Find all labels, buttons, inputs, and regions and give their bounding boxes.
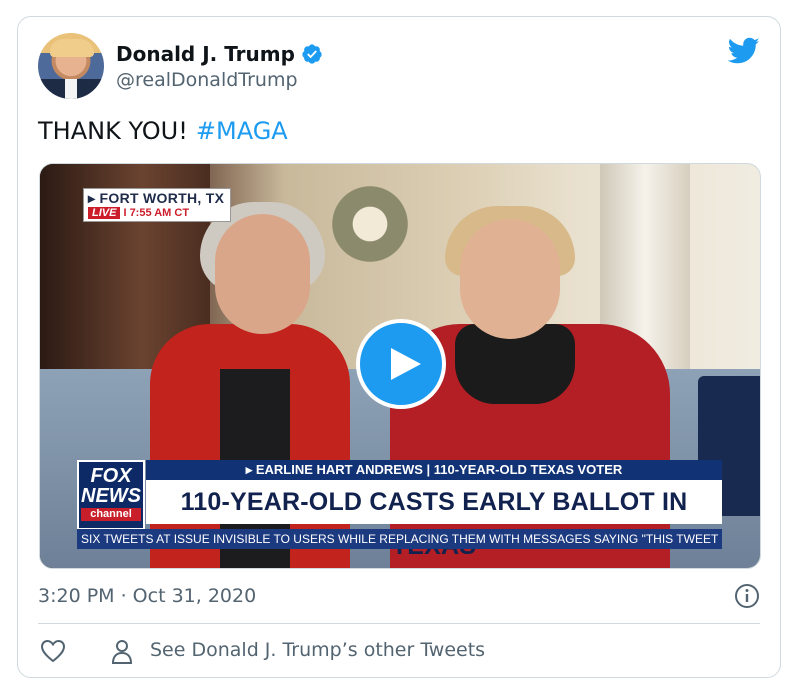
location-bug: ▸ FORT WORTH, TX LIVE I 7:55 AM CT xyxy=(83,188,232,222)
divider xyxy=(38,623,760,624)
tweet-body: THANK YOU! xyxy=(38,117,188,145)
video-player[interactable]: ▸ FORT WORTH, TX LIVE I 7:55 AM CT FOX N… xyxy=(39,163,761,569)
avatar[interactable] xyxy=(38,33,104,99)
tweet-card: Donald J. Trump @realDonaldTrump THANK Y… xyxy=(17,16,781,678)
person-left-head xyxy=(215,214,310,334)
location-text: ▸ FORT WORTH, TX xyxy=(88,190,225,206)
location-city: FORT WORTH, TX xyxy=(99,190,225,206)
bg-plant xyxy=(330,169,410,279)
live-time: I 7:55 AM CT xyxy=(123,207,190,219)
lower-third-name: ▸ EARLINE HART ANDREWS | 110-YEAR-OLD TE… xyxy=(146,460,722,480)
live-badge: LIVE xyxy=(88,207,121,219)
tweet-text: THANK YOU! #MAGA xyxy=(38,117,288,145)
verified-badge-icon xyxy=(302,44,322,64)
network-logo: FOX NEWS channel xyxy=(77,460,145,530)
hashtag-link[interactable]: #MAGA xyxy=(196,117,288,145)
play-button[interactable] xyxy=(356,319,446,409)
logo-bottom: channel xyxy=(81,508,141,521)
logo-middle: NEWS xyxy=(81,485,141,507)
logo-top: FOX xyxy=(90,465,132,487)
person-icon[interactable] xyxy=(110,639,134,665)
avatar-shirt xyxy=(65,79,77,99)
info-icon[interactable] xyxy=(734,583,760,609)
tweet-timestamp[interactable]: 3:20 PM · Oct 31, 2020 xyxy=(38,585,256,607)
heart-icon[interactable] xyxy=(40,639,66,663)
author-name-row[interactable]: Donald J. Trump xyxy=(116,42,323,66)
author-handle[interactable]: @realDonaldTrump xyxy=(116,69,298,91)
author-name[interactable]: Donald J. Trump xyxy=(116,42,295,66)
person-right-head xyxy=(460,219,560,339)
avatar-hair xyxy=(50,39,94,57)
see-other-tweets-link[interactable]: See Donald J. Trump’s other Tweets xyxy=(150,639,485,661)
news-ticker: SIX TWEETS AT ISSUE INVISIBLE TO USERS W… xyxy=(77,529,722,549)
live-row: LIVE I 7:55 AM CT xyxy=(84,207,231,221)
lower-third-headline: 110-YEAR-OLD CASTS EARLY BALLOT IN TEXAS xyxy=(146,480,722,560)
play-icon xyxy=(391,348,421,380)
twitter-bird-icon[interactable] xyxy=(728,37,760,65)
